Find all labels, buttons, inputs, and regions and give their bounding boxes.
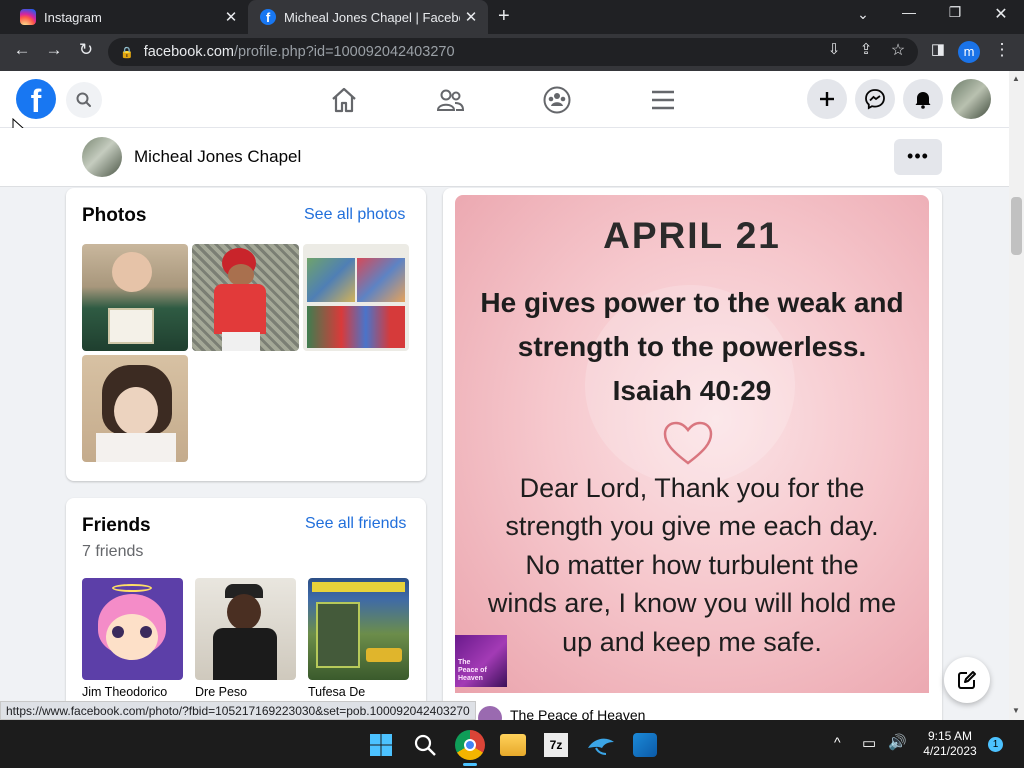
tab-instagram[interactable]: Instagram ✕	[8, 0, 248, 34]
prayer-line: strength you give me each day.	[505, 511, 879, 541]
instagram-icon	[20, 9, 36, 25]
url-domain: facebook.com	[143, 44, 234, 60]
taskbar-clock[interactable]: 9:15 AM 4/21/2023	[918, 729, 982, 759]
forward-icon[interactable]: →	[42, 40, 66, 60]
search-icon	[76, 92, 91, 107]
network-icon[interactable]: ▭	[862, 734, 876, 752]
new-tab-icon[interactable]: +	[498, 5, 510, 28]
clock-date: 4/21/2023	[923, 744, 977, 758]
reload-icon[interactable]: ↻	[74, 40, 98, 60]
scroll-up-icon[interactable]: ▲	[1012, 74, 1020, 83]
photos-heading: Photos	[82, 205, 147, 226]
chrome-taskbar-icon[interactable]	[455, 730, 485, 760]
scrollbar-thumb[interactable]	[1011, 197, 1022, 255]
7zip-icon[interactable]: 7z	[544, 733, 568, 757]
new-message-button[interactable]	[944, 657, 990, 703]
paint-app-icon[interactable]	[633, 733, 657, 757]
dolphin-app-icon[interactable]	[586, 732, 616, 758]
side-panel-icon[interactable]: ◨	[926, 40, 950, 58]
verse-reference: Isaiah 40:29	[612, 375, 772, 406]
windows-start-icon[interactable]	[369, 733, 393, 757]
photo-thumbnail[interactable]	[192, 244, 299, 351]
logo-text: The Peace of Heaven	[458, 659, 487, 682]
friend-name[interactable]: Tufesa De	[308, 685, 365, 699]
menu-icon[interactable]	[647, 84, 679, 116]
friend-name[interactable]: Jim Theodorico	[82, 685, 167, 699]
groups-icon[interactable]	[541, 84, 573, 116]
friends-count: 7 friends	[82, 543, 144, 560]
restore-icon[interactable]: ❐	[935, 4, 975, 21]
prayer-line: winds are, I know you will hold me	[487, 588, 897, 618]
notifications-button[interactable]	[903, 79, 943, 119]
photo-thumbnail[interactable]	[82, 355, 188, 462]
photo-thumbnail[interactable]	[303, 244, 409, 351]
friend-photo[interactable]	[195, 578, 296, 680]
page-scrollbar[interactable]	[1009, 71, 1024, 720]
close-tab-icon[interactable]: ✕	[220, 8, 242, 26]
address-bar[interactable]: 🔒 facebook.com/profile.php?id=1000920424…	[108, 38, 918, 66]
friends-icon[interactable]	[434, 84, 466, 116]
account-avatar[interactable]	[951, 79, 991, 119]
friend-photo[interactable]	[308, 578, 409, 680]
compose-icon	[958, 671, 976, 689]
volume-icon[interactable]: 🔊	[888, 733, 907, 751]
prayer-line: Dear Lord, Thank you for the	[519, 473, 865, 503]
friend-photo[interactable]	[82, 578, 183, 680]
messenger-button[interactable]	[855, 79, 895, 119]
verse-line: He gives power to the weak and	[480, 287, 904, 318]
tab-search-icon[interactable]: ⌄	[843, 6, 883, 23]
see-all-friends-link[interactable]: See all friends	[305, 515, 406, 533]
chrome-menu-icon[interactable]: ⋮	[990, 40, 1014, 60]
close-tab-icon[interactable]: ✕	[460, 8, 482, 26]
install-icon[interactable]: ⇩	[822, 40, 846, 58]
verse-line: strength to the powerless.	[517, 331, 867, 362]
taskbar-search-icon[interactable]	[413, 733, 437, 757]
see-all-photos-link[interactable]: See all photos	[304, 206, 405, 224]
notification-badge[interactable]: 1	[988, 737, 1003, 752]
facebook-logo-icon[interactable]: f	[16, 79, 56, 119]
create-button[interactable]	[807, 79, 847, 119]
profile-avatar[interactable]	[82, 137, 122, 177]
profile-more-button[interactable]: •••	[894, 139, 942, 175]
bookmark-star-icon[interactable]: ☆	[886, 40, 910, 60]
status-bar-url: https://www.facebook.com/photo/?fbid=105…	[0, 701, 476, 720]
friends-heading: Friends	[82, 515, 151, 536]
share-icon[interactable]: ⇪	[854, 40, 878, 58]
url-path: /profile.php?id=100092042403270	[233, 44, 455, 60]
file-explorer-icon[interactable]	[500, 734, 526, 756]
show-hidden-icons-icon[interactable]: ^	[834, 734, 841, 750]
tab-facebook[interactable]: f Micheal Jones Chapel | Facebook ✕	[248, 0, 488, 34]
prayer-line: up and keep me safe.	[562, 627, 822, 657]
prayer-line: No matter how turbulent the	[525, 550, 859, 580]
home-icon[interactable]	[328, 84, 360, 116]
heart-icon	[663, 421, 713, 465]
clock-time: 9:15 AM	[927, 729, 973, 743]
close-window-icon[interactable]: ✕	[981, 4, 1021, 24]
photo-thumbnail[interactable]	[82, 244, 188, 351]
browser-profile-avatar[interactable]: m	[958, 41, 980, 63]
lock-icon: 🔒	[120, 46, 134, 59]
search-button[interactable]	[66, 82, 102, 118]
peace-of-heaven-logo: The Peace of Heaven	[455, 635, 507, 687]
plus-icon	[820, 92, 834, 106]
friend-name[interactable]: Dre Peso	[195, 685, 247, 699]
facebook-icon: f	[260, 9, 276, 25]
profile-name[interactable]: Micheal Jones Chapel	[134, 147, 301, 167]
bell-icon	[915, 92, 931, 109]
active-app-indicator	[463, 763, 477, 766]
minimize-icon[interactable]: —	[889, 4, 929, 20]
tab-title: Instagram	[44, 9, 102, 25]
browser-window: Instagram ✕ f Micheal Jones Chapel | Fac…	[0, 0, 1024, 768]
back-icon[interactable]: ←	[10, 40, 34, 60]
messenger-icon	[865, 89, 885, 110]
post-date: APRIL 21	[603, 215, 781, 256]
post-image[interactable]: APRIL 21 He gives power to the weak and …	[455, 195, 929, 693]
scroll-down-icon[interactable]: ▼	[1012, 706, 1020, 715]
tab-title: Micheal Jones Chapel | Facebook	[284, 9, 460, 25]
